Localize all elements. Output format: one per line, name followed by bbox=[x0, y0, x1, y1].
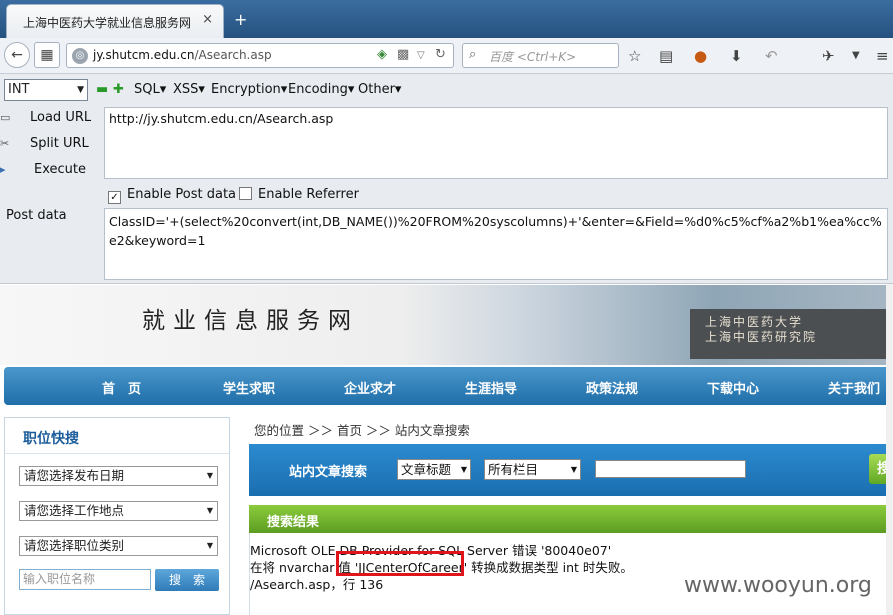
menu-encryption[interactable]: Encryption▾ bbox=[211, 82, 287, 97]
split-url-label: Split URL bbox=[30, 136, 89, 151]
highlight-box bbox=[336, 551, 464, 576]
field-select[interactable]: 文章标题 ▼ bbox=[397, 459, 471, 480]
url-text: jy.shutcm.edu.cn/Asearch.asp bbox=[93, 48, 272, 62]
split-url-button[interactable]: ✂ Split URL bbox=[0, 136, 89, 151]
error-line: /Asearch.asp，行 136 bbox=[250, 577, 384, 592]
tab-groups-icon: ▦ bbox=[40, 47, 54, 63]
search-button[interactable]: 搜 索 bbox=[155, 569, 219, 591]
bookmarks-list-icon[interactable]: ▤ bbox=[659, 47, 673, 65]
search-box[interactable]: ⌕ 百度 <Ctrl+K> bbox=[462, 43, 619, 68]
type-select[interactable]: INT ▼ bbox=[4, 79, 88, 101]
site-banner: 就业信息服务网 上海中医药大学 上海中医药研究院 bbox=[0, 285, 893, 365]
load-url-button[interactable]: ▭ Load URL bbox=[0, 110, 91, 125]
back-arrow-icon: ← bbox=[11, 47, 23, 63]
chevron-down-icon: ▼ bbox=[206, 541, 213, 550]
nav-recruiting[interactable]: 企业求才 bbox=[344, 378, 396, 397]
nav-downloads[interactable]: 下载中心 bbox=[707, 378, 759, 397]
url-textarea[interactable]: http://jy.shutcm.edu.cn/Asearch.asp bbox=[104, 107, 888, 179]
quick-search-panel: 职位快搜 请您选择发布日期 ▼ 请您选择工作地点 ▼ 请您选择职位类别 ▼ 输入职位名… bbox=[4, 417, 230, 615]
close-icon[interactable]: × bbox=[202, 12, 213, 27]
nav-policy[interactable]: 政策法规 bbox=[586, 378, 638, 397]
nav-career-guide[interactable]: 生涯指导 bbox=[465, 378, 517, 397]
chevron-down-icon: ▼ bbox=[570, 465, 577, 474]
keyword-input[interactable]: 输入职位名称 bbox=[19, 569, 151, 590]
menu-icon[interactable]: ≡ bbox=[876, 47, 889, 65]
search-icon: ⌕ bbox=[469, 47, 477, 62]
site-search-input[interactable] bbox=[595, 460, 746, 478]
enable-post-checkbox[interactable]: ✓ Enable Post data bbox=[108, 187, 236, 204]
dropdown-icon[interactable]: ▽ bbox=[417, 50, 425, 61]
category-select-value: 请您选择职位类别 bbox=[24, 538, 125, 553]
site-search-bar: 站内文章搜索 文章标题 ▼ 所有栏目 ▼ 搜 bbox=[249, 444, 893, 496]
address-bar[interactable]: ◎ jy.shutcm.edu.cn/Asearch.asp ◈ ▩ ▽ ↻ bbox=[66, 43, 454, 68]
enable-referrer-checkbox[interactable]: Enable Referrer bbox=[239, 187, 359, 202]
enable-post-label: Enable Post data bbox=[127, 187, 237, 202]
nav-toolbar: ← ▦ ◎ jy.shutcm.edu.cn/Asearch.asp ◈ ▩ ▽… bbox=[0, 38, 893, 74]
reload-icon[interactable]: ↻ bbox=[435, 47, 446, 62]
new-tab-button[interactable]: + bbox=[234, 10, 247, 29]
post-data-textarea[interactable]: ClassID='+(select%20convert(int,DB_NAME(… bbox=[104, 208, 888, 280]
date-select[interactable]: 请您选择发布日期 ▼ bbox=[19, 466, 218, 486]
chevron-down-icon: ▼ bbox=[77, 85, 84, 95]
tab-bar: 上海中医药大学就业信息服务网 × + bbox=[0, 0, 893, 38]
panel-title: 职位快搜 bbox=[23, 431, 79, 447]
column-select[interactable]: 所有栏目 ▼ bbox=[484, 459, 581, 480]
menu-xss[interactable]: XSS▾ bbox=[173, 82, 205, 97]
enable-referrer-label: Enable Referrer bbox=[258, 187, 359, 202]
site-search-label: 站内文章搜索 bbox=[289, 465, 368, 480]
menu-encoding[interactable]: Encoding▾ bbox=[288, 82, 354, 97]
shield-icon[interactable]: ◈ bbox=[377, 47, 387, 62]
addon-icon[interactable]: ✈ bbox=[822, 47, 835, 65]
results-title: 搜索结果 bbox=[267, 515, 320, 530]
results-header: 搜索结果 bbox=[249, 505, 893, 533]
location-select[interactable]: 请您选择工作地点 ▼ bbox=[19, 501, 218, 521]
checkmark-icon: ✓ bbox=[108, 191, 121, 204]
play-icon: ▸ bbox=[0, 163, 6, 176]
globe-icon: ◎ bbox=[72, 48, 88, 64]
chevron-down-icon: ▼ bbox=[206, 506, 213, 515]
nav-job-seeking[interactable]: 学生求职 bbox=[223, 378, 275, 397]
menu-other[interactable]: Other▾ bbox=[358, 82, 401, 97]
menu-sql[interactable]: SQL▾ bbox=[134, 82, 166, 97]
tab-groups-button[interactable]: ▦ bbox=[34, 42, 60, 68]
watermark: www.wooyun.org bbox=[684, 573, 872, 598]
qr-code-icon[interactable]: ▩ bbox=[397, 47, 409, 62]
tab-title: 上海中医药大学就业信息服务网 bbox=[23, 16, 192, 30]
date-select-value: 请您选择发布日期 bbox=[24, 468, 125, 483]
download-icon[interactable]: ⬇ bbox=[730, 47, 743, 65]
post-data-label: Post data bbox=[6, 208, 67, 223]
increase-icon[interactable]: ✚ bbox=[113, 82, 124, 97]
nav-about[interactable]: 关于我们 bbox=[828, 378, 880, 397]
decrease-icon[interactable]: ▬ bbox=[96, 82, 108, 97]
execute-button[interactable]: ▸ Execute bbox=[0, 162, 86, 177]
chevron-down-icon: ▼ bbox=[206, 471, 213, 480]
column-select-value: 所有栏目 bbox=[488, 462, 539, 477]
execute-label: Execute bbox=[34, 162, 86, 177]
breadcrumb: 您的位置 ＞＞ 首页 ＞＞ 站内文章搜索 bbox=[254, 423, 470, 438]
site-title: 就业信息服务网 bbox=[142, 308, 359, 334]
category-select[interactable]: 请您选择职位类别 ▼ bbox=[19, 536, 218, 556]
back-button[interactable]: ← bbox=[4, 42, 30, 68]
load-url-label: Load URL bbox=[30, 110, 92, 125]
chevron-down-icon: ▼ bbox=[460, 465, 467, 474]
scrollbar[interactable] bbox=[886, 284, 893, 615]
field-select-value: 文章标题 bbox=[401, 462, 452, 477]
chevron-down-icon[interactable]: ▼ bbox=[852, 50, 860, 61]
type-select-value: INT bbox=[8, 82, 30, 97]
scissors-icon: ✂ bbox=[0, 137, 10, 150]
panel-header: 职位快搜 bbox=[5, 418, 229, 454]
university-sign: 上海中医药大学 上海中医药研究院 bbox=[705, 315, 818, 344]
extension-icon[interactable]: ● bbox=[694, 47, 707, 65]
search-placeholder: 百度 <Ctrl+K> bbox=[489, 50, 577, 64]
undo-icon[interactable]: ↶ bbox=[765, 47, 778, 65]
bookmark-star-icon[interactable]: ☆ bbox=[628, 47, 641, 65]
browser-tab[interactable]: 上海中医药大学就业信息服务网 × bbox=[6, 4, 224, 38]
hackbar-panel: INT ▼ ▬ ✚ SQL▾ XSS▾ Encryption▾ Encoding▾… bbox=[0, 74, 893, 284]
load-icon: ▭ bbox=[0, 111, 11, 124]
location-select-value: 请您选择工作地点 bbox=[24, 503, 125, 518]
nav-home[interactable]: 首 页 bbox=[102, 378, 141, 397]
main-nav: 首 页 学生求职 企业求才 生涯指导 政策法规 下载中心 关于我们 bbox=[4, 367, 893, 405]
